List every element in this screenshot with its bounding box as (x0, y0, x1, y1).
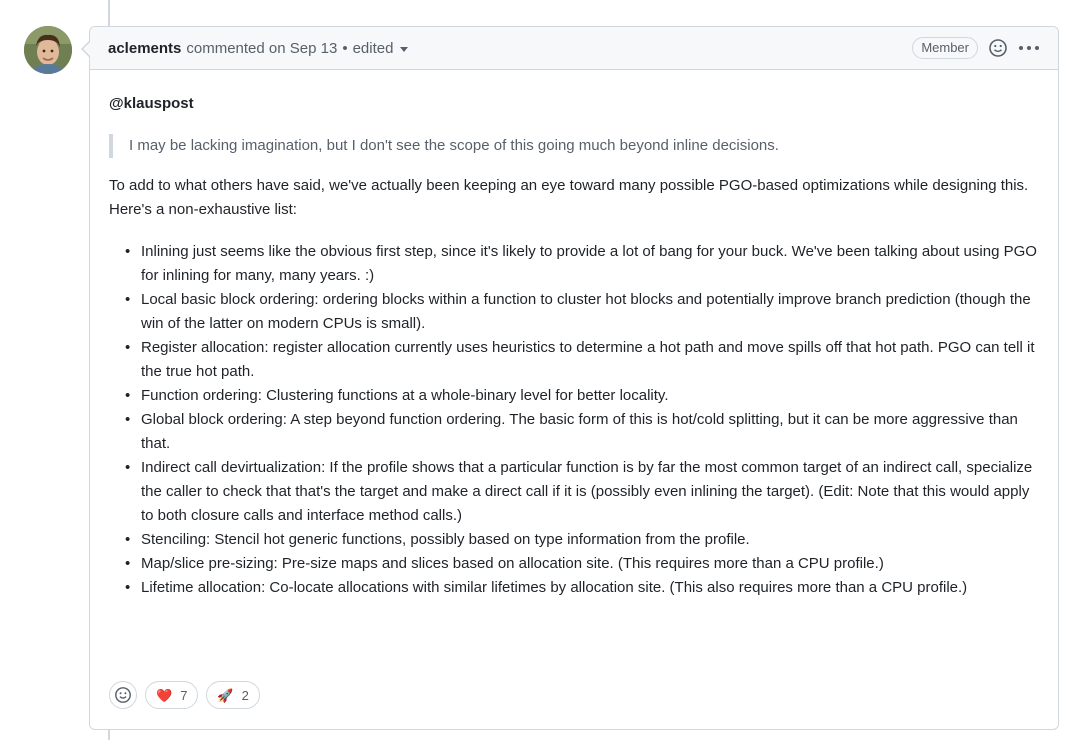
list-item: Register allocation: register allocation… (123, 336, 1040, 384)
edited-dropdown[interactable]: edited (353, 40, 409, 57)
comment-meta: aclements commented on Sep 13 • edited (108, 39, 409, 57)
comment-header: aclements commented on Sep 13 • edited M… (90, 27, 1058, 70)
comment-date[interactable]: Sep 13 (290, 40, 338, 57)
timeline-line-top (108, 0, 110, 26)
heart-count: 7 (180, 687, 188, 703)
list-item: Indirect call devirtualization: If the p… (123, 456, 1040, 528)
author-link[interactable]: aclements (108, 40, 181, 57)
user-mention[interactable]: @klauspost (109, 92, 1040, 116)
member-badge: Member (912, 37, 978, 59)
comment-box: aclements commented on Sep 13 • edited M… (81, 26, 1059, 730)
list-item: Function ordering: Clustering functions … (123, 384, 1040, 408)
list-item: Lifetime allocation: Co-locate allocatio… (123, 576, 1040, 600)
smiley-icon (115, 687, 131, 703)
list-item: Inlining just seems like the obvious fir… (123, 240, 1040, 288)
edited-label: edited (352, 39, 394, 57)
rocket-count: 2 (241, 687, 249, 703)
intro-paragraph: To add to what others have said, we've a… (109, 177, 1029, 218)
list-item: Map/slice pre-sizing: Pre-size maps and … (123, 552, 1040, 576)
kebab-horizontal-icon[interactable] (1018, 45, 1040, 51)
header-actions: Member (912, 37, 1040, 59)
optimization-list: Inlining just seems like the obvious fir… (109, 240, 1040, 600)
timeline-line-bottom (108, 730, 110, 740)
separator: • (342, 39, 348, 57)
list-item: Stenciling: Stencil hot generic function… (123, 528, 1040, 552)
avatar[interactable] (24, 26, 72, 74)
chevron-down-icon (400, 47, 409, 52)
comment-action: commented on (186, 39, 286, 57)
heart-reaction-button[interactable]: ❤️ 7 (145, 681, 199, 709)
comment-body: @klauspost I may be lacking imagination,… (90, 70, 1058, 600)
list-item: Local basic block ordering: ordering blo… (123, 288, 1040, 336)
smiley-icon[interactable] (988, 38, 1008, 58)
rocket-reaction-button[interactable]: 🚀 2 (206, 681, 260, 709)
heart-icon: ❤️ (156, 687, 173, 703)
list-item: Global block ordering: A step beyond fun… (123, 408, 1040, 456)
add-reaction-button[interactable] (109, 681, 137, 709)
blockquote: I may be lacking imagination, but I don'… (109, 134, 1040, 158)
rocket-icon: 🚀 (217, 687, 234, 703)
reactions-bar: ❤️ 7 🚀 2 (109, 681, 260, 709)
comment-pointer-fill (83, 41, 91, 57)
